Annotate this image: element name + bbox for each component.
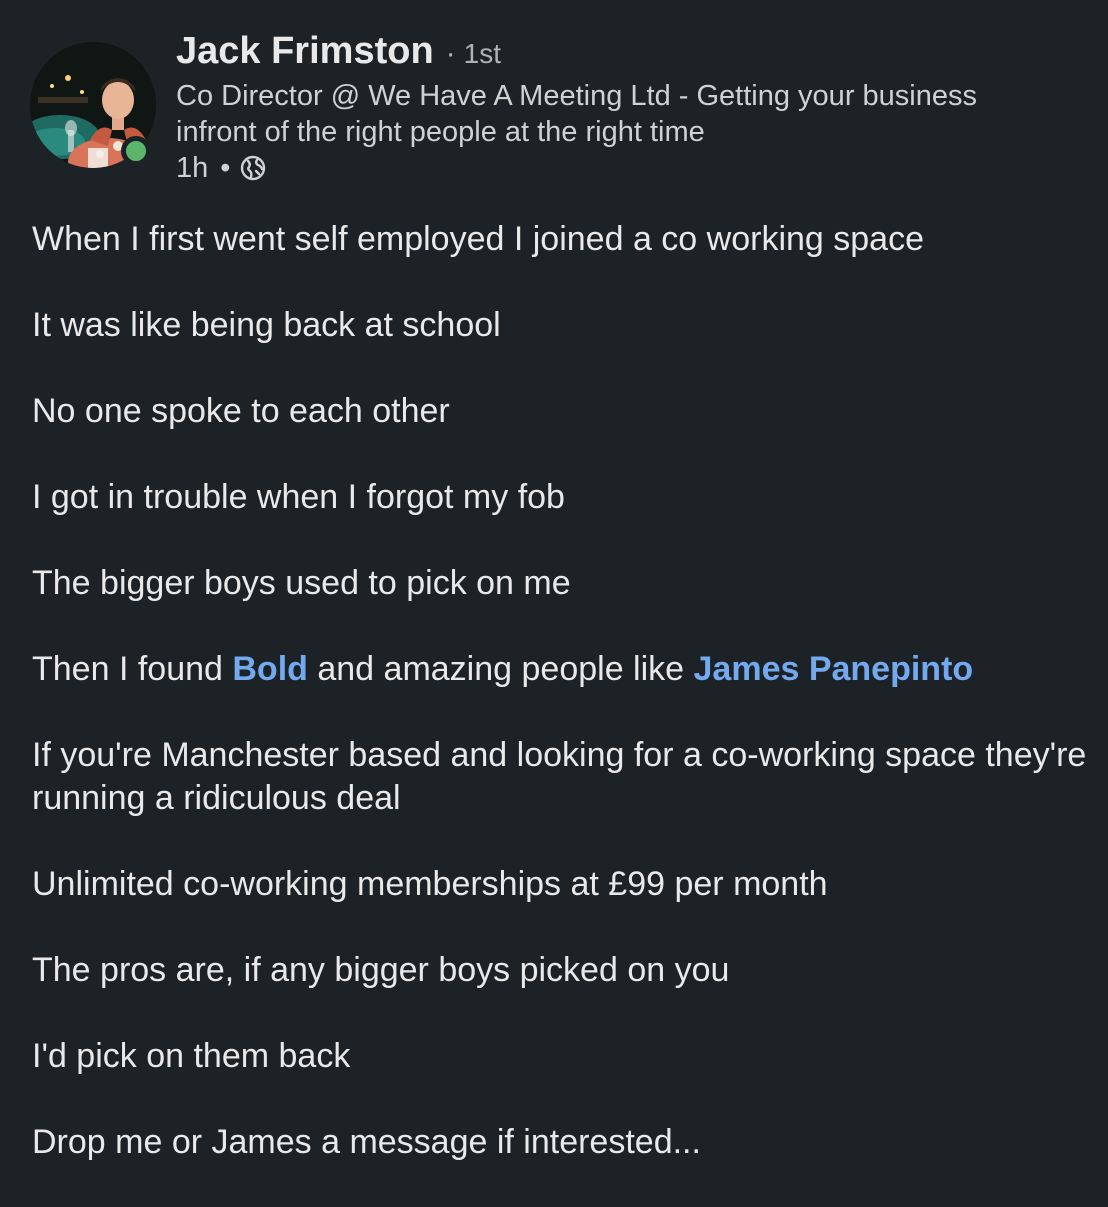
- meta-separator: •: [220, 151, 231, 184]
- mention-link-bold[interactable]: Bold: [232, 650, 308, 688]
- post-header: Jack Frimston · 1st Co Director @ We Hav…: [176, 28, 1076, 186]
- author-name[interactable]: Jack Frimston: [176, 28, 434, 74]
- connection-degree: 1st: [463, 38, 502, 69]
- feed-post: Jack Frimston · 1st Co Director @ We Hav…: [0, 0, 1108, 1200]
- post-paragraph: I got in trouble when I forgot my fob: [32, 478, 565, 516]
- post-body: When I first went self employed I joined…: [32, 218, 1092, 1207]
- post-paragraph-mentions: Then I found Bold and amazing people lik…: [32, 648, 1092, 691]
- post-meta: 1h •: [176, 150, 1076, 186]
- online-status-indicator: [121, 136, 151, 166]
- globe-icon: [240, 155, 266, 181]
- author-name-line: Jack Frimston · 1st: [176, 28, 1076, 74]
- mention-link-james-panepinto[interactable]: James Panepinto: [694, 650, 974, 688]
- post-paragraph: The bigger boys used to pick on me: [32, 564, 571, 602]
- post-paragraph: The pros are, if any bigger boys picked …: [32, 951, 730, 989]
- post-paragraph: Unlimited co-working memberships at £99 …: [32, 865, 828, 903]
- post-paragraph: It was like being back at school: [32, 306, 501, 344]
- paragraph-text: Then I found: [32, 650, 233, 688]
- paragraph-text: and amazing people like: [307, 650, 694, 688]
- post-paragraph: I'd pick on them back: [32, 1037, 351, 1075]
- connection-separator: ·: [445, 37, 456, 70]
- post-paragraph: When I first went self employed I joined…: [32, 220, 924, 258]
- post-paragraph: No one spoke to each other: [32, 392, 450, 430]
- post-paragraph: If you're Manchester based and looking f…: [32, 736, 1087, 817]
- post-timestamp: 1h: [176, 151, 209, 184]
- author-headline: Co Director @ We Have A Meeting Ltd - Ge…: [176, 80, 977, 148]
- post-paragraph: Drop me or James a message if interested…: [32, 1123, 701, 1161]
